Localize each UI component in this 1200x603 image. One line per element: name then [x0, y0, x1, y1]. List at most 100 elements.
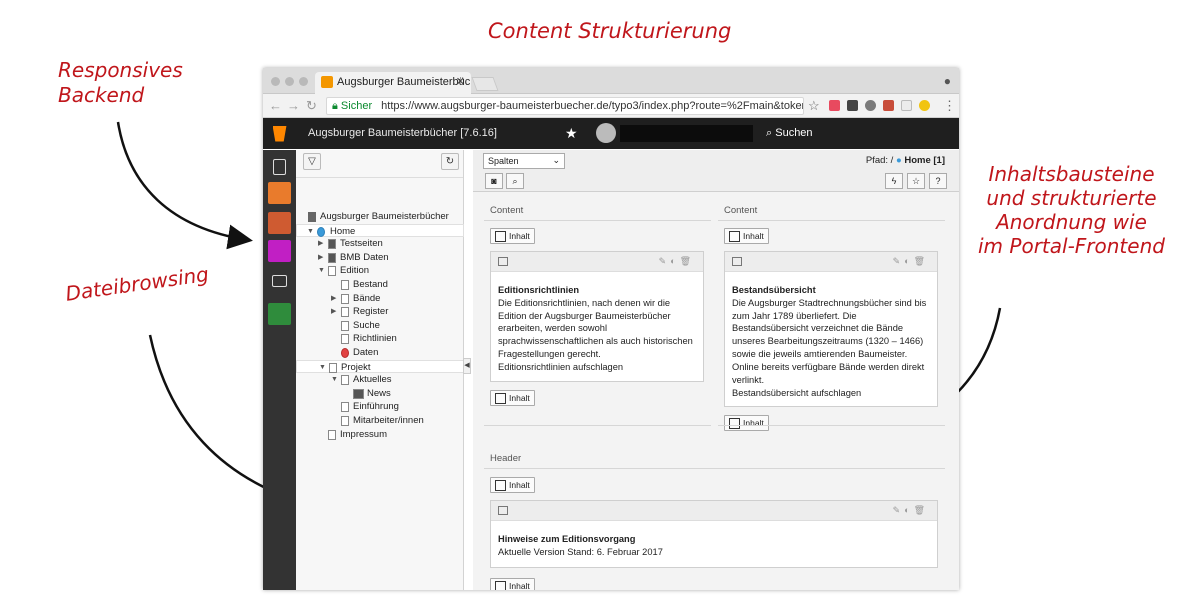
expand-arrow-icon[interactable]: ▼	[318, 264, 326, 278]
expand-arrow-icon[interactable]: ▶	[318, 237, 326, 251]
extension-module-icon[interactable]	[268, 303, 291, 325]
site-name: Augsburger Baumeisterbücher [7.6.16]	[308, 127, 497, 139]
tree-node-baende[interactable]: ▶ Bände	[296, 292, 464, 306]
extension-icon[interactable]	[865, 100, 876, 111]
bookmark-star-icon[interactable]: ☆	[907, 173, 925, 189]
filter-icon[interactable]: ▽	[303, 153, 321, 170]
card-tools-icon[interactable]: ✎◐🗑︎	[659, 256, 695, 267]
extension-icon[interactable]	[829, 100, 840, 111]
extension-icon[interactable]	[919, 100, 930, 111]
window-minimize-dot[interactable]	[285, 77, 294, 86]
module-menu	[263, 150, 296, 590]
new-content-button[interactable]: Inhalt	[490, 578, 535, 590]
import-module-icon[interactable]	[268, 240, 291, 262]
new-content-button[interactable]: Inhalt	[490, 228, 535, 244]
view-select[interactable]: Spalten ⌄	[483, 153, 565, 169]
profile-icon[interactable]: ●	[944, 74, 951, 88]
folder-icon	[353, 388, 364, 399]
expand-arrow-icon[interactable]: ▼	[331, 373, 339, 387]
typo3-logo-icon[interactable]	[263, 118, 296, 149]
filelist-module-icon[interactable]	[272, 275, 287, 287]
search-label: Suchen	[775, 127, 813, 139]
view-page-icon[interactable]: ◙	[485, 173, 503, 189]
page-icon	[341, 415, 349, 426]
column-divider	[484, 468, 945, 469]
expand-arrow-icon[interactable]: ▶	[331, 305, 339, 319]
bookmarks-star-icon[interactable]: ★	[565, 125, 578, 142]
user-name-box[interactable]	[620, 125, 753, 142]
page-module-icon[interactable]	[273, 159, 286, 175]
forward-icon[interactable]: →	[287, 98, 300, 113]
topbar-search[interactable]: ⌕ Suchen	[766, 127, 813, 140]
content-type-icon	[498, 257, 508, 266]
page-icon	[341, 307, 349, 318]
reload-icon[interactable]: ↻	[306, 98, 317, 114]
page-tree: ▽ ↻ Augsburger Baumeisterbücher ▼ Home ▶ T…	[296, 150, 464, 590]
stage: Content Strukturierung Responsives Backe…	[0, 0, 1200, 603]
back-icon[interactable]: ←	[269, 98, 282, 113]
content-card-hinweise[interactable]: ✎◐🗑︎ Hinweise zum Editionsvorgang Aktuel…	[490, 500, 938, 568]
help-icon[interactable]: ?	[929, 173, 947, 189]
chevron-down-icon: ⌄	[552, 155, 560, 165]
expand-arrow-icon[interactable]: ▼	[319, 361, 327, 375]
content-type-icon	[732, 257, 742, 266]
extension-icon[interactable]	[847, 100, 858, 111]
new-content-button[interactable]: Inhalt	[490, 390, 535, 406]
search-icon[interactable]: ⌕	[506, 173, 524, 189]
tree-node-register[interactable]: ▶ Register	[296, 305, 464, 319]
content-area: Spalten ⌄ Pfad: / ● Home [1] ◙ ⌕ ϟ ☆ ? Co…	[473, 150, 959, 590]
expand-arrow-icon[interactable]: ▼	[307, 225, 315, 239]
extension-icon[interactable]	[901, 100, 912, 111]
refresh-icon[interactable]: ↻	[441, 153, 459, 170]
tab-close-icon[interactable]: ✕	[456, 75, 465, 88]
bookmark-star-icon[interactable]: ☆	[808, 98, 820, 114]
tree-node-daten[interactable]: Daten	[296, 346, 464, 360]
tree-toolbar: ▽ ↻	[296, 150, 463, 178]
tree-node-news[interactable]: News	[296, 387, 464, 401]
lightning-icon[interactable]: ϟ	[885, 173, 903, 189]
card-tools-icon[interactable]: ✎◐🗑︎	[893, 505, 929, 516]
browser-tab[interactable]: Augsburger Baumeisterbücher ✕	[315, 72, 471, 94]
annotation-responsive: Responsives Backend	[58, 58, 183, 107]
content-card-bestandsuebersicht[interactable]: ✎◐🗑︎ Bestandsübersicht Die Augsburger St…	[724, 251, 938, 407]
annotation-inhalt-line: Anordnung wie	[996, 210, 1147, 234]
path-page: Home [1]	[904, 155, 945, 166]
tree-node-edition[interactable]: ▼ Edition	[296, 264, 464, 278]
list-module-icon[interactable]	[268, 212, 291, 234]
tree-node-bestand[interactable]: Bestand	[296, 278, 464, 292]
tree-node-impressum[interactable]: Impressum	[296, 428, 464, 442]
view-module-icon[interactable]	[268, 182, 291, 204]
page-path: Pfad: / ● Home [1]	[865, 155, 945, 166]
new-tab-button[interactable]	[471, 77, 499, 91]
url-field[interactable]: 🔒︎ Sicher https://www.augsburger-baumeis…	[326, 97, 804, 115]
tree-collapse-handle[interactable]: ◀	[463, 358, 471, 374]
content-card-editionsrichtlinien[interactable]: ✎◐🗑︎ Editionsrichtlinien Die Editionsric…	[490, 251, 704, 382]
new-content-button[interactable]: Inhalt	[724, 415, 769, 431]
new-content-button[interactable]: Inhalt	[490, 477, 535, 493]
window-close-dot[interactable]	[271, 77, 280, 86]
tree-node-einfuehrung[interactable]: Einführung	[296, 400, 464, 414]
tree-node-suche[interactable]: Suche	[296, 319, 464, 333]
new-content-button[interactable]: Inhalt	[724, 228, 769, 244]
column-divider	[718, 425, 945, 426]
expand-arrow-icon[interactable]: ▶	[318, 251, 326, 265]
card-link[interactable]: Bestandsübersicht aufschlagen	[732, 388, 861, 398]
extension-icon[interactable]	[883, 100, 894, 111]
column-divider	[484, 425, 711, 426]
tree-node-aktuelles[interactable]: ▼ Aktuelles	[296, 373, 464, 387]
tree-node-root[interactable]: Augsburger Baumeisterbücher	[296, 210, 464, 224]
tree-node-richtlinien[interactable]: Richtlinien	[296, 332, 464, 346]
window-zoom-dot[interactable]	[299, 77, 308, 86]
browser-menu-icon[interactable]: ⋮	[943, 98, 956, 114]
user-avatar[interactable]	[596, 123, 616, 143]
column-divider	[718, 220, 945, 221]
expand-arrow-icon[interactable]: ▶	[331, 292, 339, 306]
tree-node-home[interactable]: ▼ Home	[296, 223, 464, 239]
tree-node-projekt[interactable]: ▼ Projekt	[296, 359, 464, 375]
card-link[interactable]: Editionsrichtlinien aufschlagen	[498, 362, 623, 372]
card-tools-icon[interactable]: ✎◐🗑︎	[893, 256, 929, 267]
tree-node-testseiten[interactable]: ▶ Testseiten	[296, 237, 464, 251]
tree-node-mitarbeiter[interactable]: Mitarbeiter/innen	[296, 414, 464, 428]
search-icon: ⌕	[766, 127, 773, 139]
tree-node-bmb-daten[interactable]: ▶ BMB Daten	[296, 251, 464, 265]
